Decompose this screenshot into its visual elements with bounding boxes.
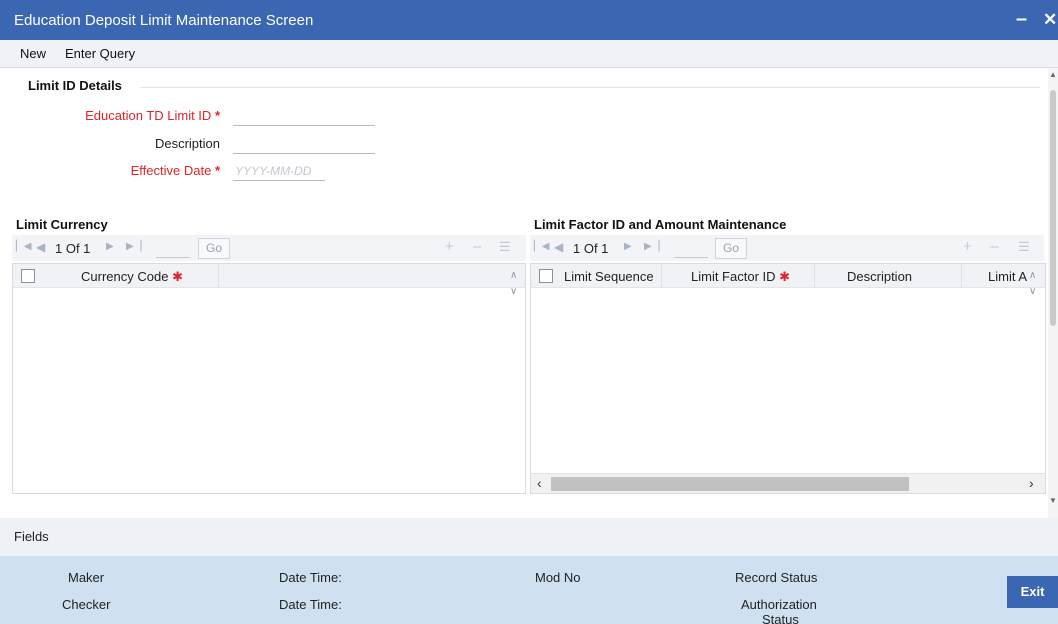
next-page-icon[interactable]: ▶ — [106, 241, 114, 252]
column-separator — [961, 264, 962, 288]
required-marker: * — [214, 163, 220, 178]
horizontal-scrollbar[interactable]: ‹ › — [531, 473, 1045, 493]
close-icon[interactable]: ✕ — [1043, 10, 1057, 30]
page-number-input[interactable] — [674, 238, 708, 258]
effective-date-input[interactable] — [233, 161, 325, 181]
limit-id-details-title: Limit ID Details — [28, 78, 122, 93]
section-divider — [140, 87, 1040, 88]
last-page-icon[interactable]: ▶▕ — [126, 241, 141, 252]
scroll-right-icon[interactable]: › — [1029, 475, 1034, 491]
maker-label: Maker — [68, 570, 105, 585]
scroll-up-icon[interactable]: ∧ — [1029, 270, 1036, 281]
enter-query-menu-item[interactable]: Enter Query — [65, 46, 135, 61]
checker-label: Checker — [62, 597, 111, 612]
scrollbar-thumb[interactable] — [1050, 90, 1056, 326]
required-marker: * — [214, 108, 220, 123]
description-label: Description — [154, 136, 220, 151]
first-page-icon[interactable]: ▏◀ — [534, 241, 549, 252]
description-input[interactable] — [233, 134, 375, 154]
limit-id-label: Education TD Limit ID * — [85, 108, 220, 123]
column-header-description[interactable]: Description — [847, 269, 912, 284]
main-vertical-scrollbar[interactable]: ▲ ▼ — [1048, 68, 1058, 518]
scrollbar-thumb[interactable] — [551, 477, 909, 491]
limit-currency-title: Limit Currency — [16, 217, 108, 232]
limit-currency-pager: ▏◀ ◀ 1 Of 1 ▶ ▶▕ Go + – ☰ — [12, 235, 526, 261]
delete-row-icon[interactable]: – — [990, 238, 998, 255]
content-area: Limit ID Details Education TD Limit ID *… — [0, 68, 1048, 518]
delete-row-icon[interactable]: – — [473, 238, 481, 255]
previous-page-icon[interactable]: ◀ — [36, 240, 45, 254]
limit-factor-pager: ▏◀ ◀ 1 Of 1 ▶ ▶▕ Go + – ☰ — [530, 235, 1044, 261]
page-indicator: 1 Of 1 — [573, 241, 609, 256]
checker-date-time-label: Date Time: — [279, 597, 342, 612]
mod-no-label: Mod No — [535, 570, 581, 585]
grid-header: Currency Code ✱ — [13, 264, 525, 288]
scroll-down-icon[interactable]: ∨ — [1029, 286, 1036, 297]
go-button[interactable]: Go — [198, 238, 230, 259]
column-separator — [661, 264, 662, 288]
fields-bar: Fields — [0, 518, 1058, 556]
effective-date-label: Effective Date * — [130, 163, 220, 178]
new-menu-item[interactable]: New — [20, 46, 46, 61]
exit-button[interactable]: Exit — [1007, 576, 1058, 608]
window-title: Education Deposit Limit Maintenance Scre… — [14, 12, 314, 29]
scroll-up-icon[interactable]: ∧ — [510, 270, 517, 281]
add-row-icon[interactable]: + — [963, 238, 972, 255]
fields-link[interactable]: Fields — [14, 529, 49, 544]
previous-page-icon[interactable]: ◀ — [554, 240, 563, 254]
menu-bar: New Enter Query — [0, 40, 1058, 68]
column-header-limit-amount[interactable]: Limit A — [988, 269, 1027, 284]
page-indicator: 1 Of 1 — [55, 241, 91, 256]
page-number-input[interactable] — [156, 238, 190, 258]
select-all-checkbox[interactable] — [21, 269, 35, 283]
limit-id-input[interactable] — [233, 106, 375, 126]
grid-header: Limit Sequence Limit Factor ID ✱ Descrip… — [531, 264, 1045, 288]
audit-footer: Maker Checker Date Time: Date Time: Mod … — [0, 556, 1058, 624]
maker-date-time-label: Date Time: — [279, 570, 342, 585]
column-header-limit-sequence[interactable]: Limit Sequence — [564, 269, 654, 284]
scroll-up-icon[interactable]: ▲ — [1049, 70, 1057, 79]
limit-currency-grid: Currency Code ✱ ∧ ∨ — [12, 263, 526, 494]
column-separator — [218, 264, 219, 288]
record-status-label: Record Status — [735, 570, 818, 585]
column-header-limit-factor-id[interactable]: Limit Factor ID ✱ — [691, 269, 790, 285]
go-button[interactable]: Go — [715, 238, 747, 259]
scroll-down-icon[interactable]: ∨ — [510, 286, 517, 297]
select-all-checkbox[interactable] — [539, 269, 553, 283]
authorization-status-label-line2: Status — [762, 612, 799, 624]
single-view-icon[interactable]: ☰ — [499, 239, 511, 255]
next-page-icon[interactable]: ▶ — [624, 241, 632, 252]
column-header-currency-code[interactable]: Currency Code ✱ — [81, 269, 183, 285]
window-title-bar: Education Deposit Limit Maintenance Scre… — [0, 0, 1058, 40]
first-page-icon[interactable]: ▏◀ — [16, 241, 31, 252]
add-row-icon[interactable]: + — [445, 238, 454, 255]
single-view-icon[interactable]: ☰ — [1018, 239, 1030, 255]
scroll-down-icon[interactable]: ▼ — [1049, 496, 1057, 505]
limit-factor-title: Limit Factor ID and Amount Maintenance — [534, 217, 787, 232]
scroll-left-icon[interactable]: ‹ — [537, 475, 542, 491]
minimize-icon[interactable]: – — [1016, 8, 1027, 31]
last-page-icon[interactable]: ▶▕ — [644, 241, 659, 252]
column-separator — [814, 264, 815, 288]
limit-factor-grid: Limit Sequence Limit Factor ID ✱ Descrip… — [530, 263, 1046, 494]
authorization-status-label: Authorization — [741, 597, 817, 612]
